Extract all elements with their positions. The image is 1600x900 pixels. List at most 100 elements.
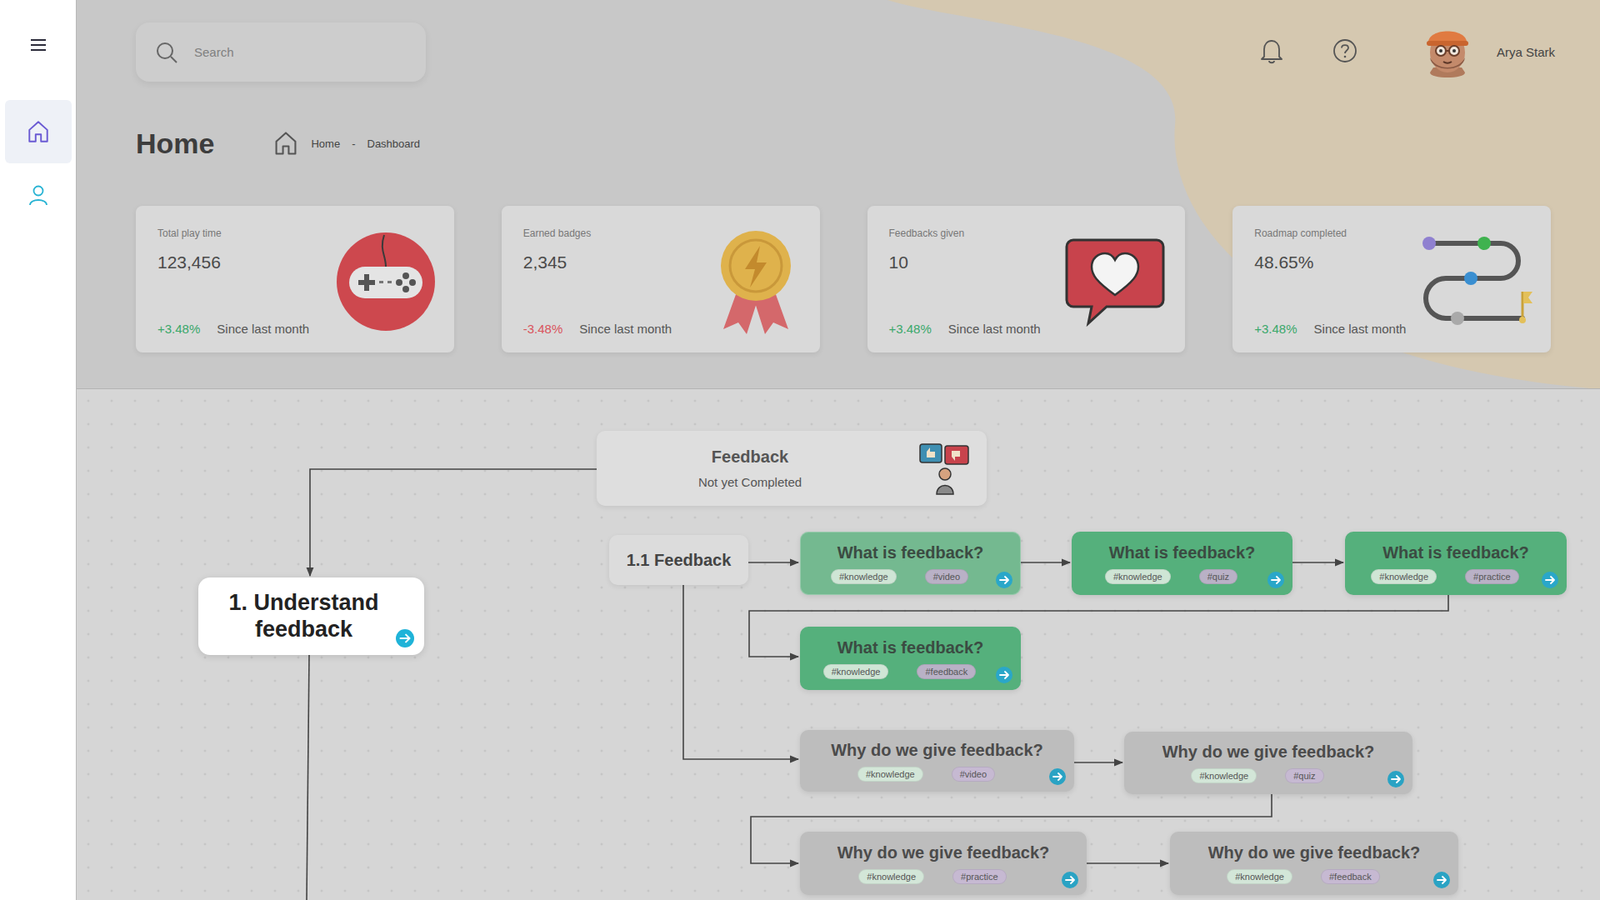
stat-value: 10 — [889, 252, 1065, 273]
step-title: Why do we give feedback? — [1162, 742, 1375, 762]
module-title: 1. Understand feedback — [216, 590, 391, 644]
step-title: What is feedback? — [1109, 543, 1256, 563]
step-node[interactable]: Why do we give feedback? #knowledge #video — [800, 730, 1075, 792]
step-title: Why do we give feedback? — [1208, 843, 1421, 863]
breadcrumb-item: - — [351, 137, 355, 150]
breadcrumb: Home-Dashboard — [272, 130, 420, 157]
tag: #knowledge — [1370, 569, 1437, 585]
menu-button[interactable] — [28, 35, 49, 55]
bell-icon[interactable] — [1259, 37, 1285, 65]
user-avatar[interactable] — [1418, 20, 1477, 85]
step-node[interactable]: What is feedback?#knowledge#practice — [1345, 531, 1567, 595]
stat-card: Total play time123,456+3.48%Since last m… — [135, 205, 455, 353]
stat-since: Since last month — [579, 321, 672, 336]
arrow-right-icon[interactable] — [995, 666, 1013, 684]
step-selection — [800, 730, 1075, 792]
step-title: What is feedback? — [837, 543, 985, 563]
step-node[interactable]: Why do we give feedback? #knowledge #pract… — [800, 831, 1087, 895]
home-icon[interactable] — [25, 119, 51, 145]
sidebar-item[interactable] — [5, 163, 72, 227]
course-title: Feedback — [711, 447, 789, 467]
arrow-right-icon[interactable] — [395, 629, 415, 648]
tag: #video — [951, 766, 995, 782]
stat-change: +3.48% — [889, 321, 932, 336]
section-title: 1.1 Feedback — [626, 550, 732, 570]
stat-change: +3.48% — [1254, 321, 1297, 336]
feedback-people-icon — [918, 440, 972, 496]
stat-card: Earned badges 2,345 -3.48% Since last month — [501, 205, 820, 353]
step-selection — [800, 626, 1021, 690]
heart-bubble-icon — [1063, 236, 1167, 327]
step-title: Why do we give feedback? — [830, 740, 1044, 760]
controller-icon — [335, 231, 436, 332]
step-node[interactable]: What is feedback? #knowledge #feedback — [800, 626, 1021, 690]
tag: #knowledge — [857, 766, 924, 782]
sidebar — [0, 0, 77, 900]
module-node[interactable]: 1. Understand feedback — [198, 577, 425, 655]
stat-label: Earned badges — [523, 227, 710, 240]
home-icon[interactable] — [272, 130, 300, 157]
stat-card: Roadmap completed48.65%+3.48%Since last … — [1232, 205, 1551, 353]
roadmap-icon — [1419, 233, 1533, 330]
section-node[interactable]: 1.1 Feedback — [609, 535, 749, 585]
search-input[interactable] — [192, 44, 408, 60]
hamburger-icon[interactable] — [30, 39, 46, 51]
tag: #practice — [1465, 569, 1520, 585]
stat-label: Feedbacks given — [889, 227, 1065, 240]
course-status: Not yet Completed — [698, 475, 802, 490]
medal-icon — [710, 227, 802, 336]
help-icon[interactable] — [1331, 37, 1359, 65]
user-icon[interactable] — [26, 183, 50, 207]
page-title: Home — [135, 127, 215, 160]
breadcrumb-item[interactable]: Home — [310, 137, 340, 150]
notifications-button[interactable] — [1259, 37, 1285, 68]
step-node[interactable]: What is feedback? #knowledge #video — [800, 531, 1021, 595]
tag: #knowledge — [1226, 869, 1293, 885]
tag: #feedback — [1320, 869, 1380, 885]
stat-value: 2,345 — [523, 252, 710, 273]
step-node[interactable]: What is feedback?#knowledge#quiz — [1071, 531, 1293, 595]
avatar-icon[interactable] — [1418, 20, 1477, 81]
step-node[interactable]: Why do we give feedback?#knowledge#quiz — [1124, 731, 1413, 795]
step-selection — [800, 831, 1087, 895]
breadcrumb-item[interactable]: Dashboard — [367, 137, 421, 150]
tag: #quiz — [1199, 569, 1238, 585]
search-icon[interactable] — [154, 40, 180, 65]
course-node[interactable]: Feedback Not yet Completed — [596, 430, 987, 506]
arrow-right-icon[interactable] — [1267, 571, 1285, 589]
step-title: Why do we give feedback? — [837, 843, 1050, 863]
step-selection — [1124, 731, 1413, 795]
stat-change: -3.48% — [523, 321, 564, 336]
arrow-right-icon[interactable] — [1433, 871, 1450, 889]
stat-label: Roadmap completed — [1254, 227, 1420, 240]
search-box[interactable] — [135, 22, 426, 82]
step-selection — [1071, 531, 1293, 595]
tag: #quiz — [1285, 768, 1324, 784]
tag: #practice — [952, 869, 1007, 885]
sidebar-item[interactable] — [5, 100, 72, 164]
roadmap-diagram: Feedback Not yet Completed 1. Understand f… — [76, 389, 1600, 900]
stats-cards: Total play time123,456+3.48%Since last m… — [135, 205, 1551, 353]
tag: #video — [925, 569, 969, 585]
tag: #knowledge — [830, 569, 897, 585]
step-title: What is feedback? — [837, 638, 985, 658]
arrow-right-icon[interactable] — [1049, 768, 1066, 785]
step-selection — [1170, 831, 1459, 895]
step-selection — [1345, 531, 1567, 595]
tag: #knowledge — [823, 664, 890, 680]
arrow-right-icon[interactable] — [995, 571, 1013, 589]
arrow-right-icon[interactable] — [1541, 571, 1559, 589]
stat-value: 123,456 — [157, 252, 336, 273]
stat-since: Since last month — [216, 321, 310, 336]
stat-card: Feedbacks given10+3.48%Since last month — [867, 205, 1186, 353]
tag: #knowledge — [858, 869, 925, 885]
step-node[interactable]: Why do we give feedback? #knowledge #feedb… — [1170, 831, 1459, 895]
stat-value: 48.65% — [1254, 252, 1420, 273]
dashboard-header: Arya StarkHomeHome-DashboardTotal play t… — [76, 0, 1600, 390]
user-name[interactable]: Arya Stark — [1496, 45, 1555, 60]
main-content: Arya StarkHomeHome-DashboardTotal play t… — [76, 0, 1600, 900]
help-button[interactable] — [1331, 37, 1359, 68]
arrow-right-icon[interactable] — [1387, 770, 1405, 788]
tag: #feedback — [916, 664, 976, 680]
arrow-right-icon[interactable] — [1061, 871, 1079, 889]
